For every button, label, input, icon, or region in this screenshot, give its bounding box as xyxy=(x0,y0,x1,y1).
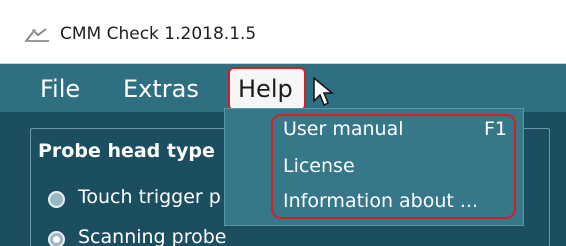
menu-item-user-manual[interactable]: User manual xyxy=(283,118,404,140)
window-title: CMM Check 1.2018.1.5 xyxy=(60,24,257,44)
menu-extras[interactable]: Extras xyxy=(123,72,199,106)
title-bar: CMM Check 1.2018.1.5 xyxy=(0,0,566,64)
menu-help[interactable]: Help xyxy=(228,67,306,111)
radio-label-touch-trigger[interactable]: Touch trigger p xyxy=(78,186,221,208)
menu-item-information-about[interactable]: Information about ... xyxy=(283,190,478,212)
mouse-pointer-icon xyxy=(313,77,335,107)
radio-scanning-probe[interactable] xyxy=(48,231,65,246)
shortcut-f1: F1 xyxy=(484,118,508,140)
app-window: CMM Check 1.2018.1.5 File Extras Help Pr… xyxy=(0,0,566,246)
menu-file[interactable]: File xyxy=(40,72,80,106)
radio-selected-dot xyxy=(53,236,60,243)
radio-touch-trigger[interactable] xyxy=(48,191,65,208)
cmm-machine-icon xyxy=(25,28,49,42)
radio-label-scanning-probe[interactable]: Scanning probe xyxy=(78,226,226,246)
menu-item-license[interactable]: License xyxy=(283,155,355,177)
panel-title: Probe head type xyxy=(38,140,215,162)
